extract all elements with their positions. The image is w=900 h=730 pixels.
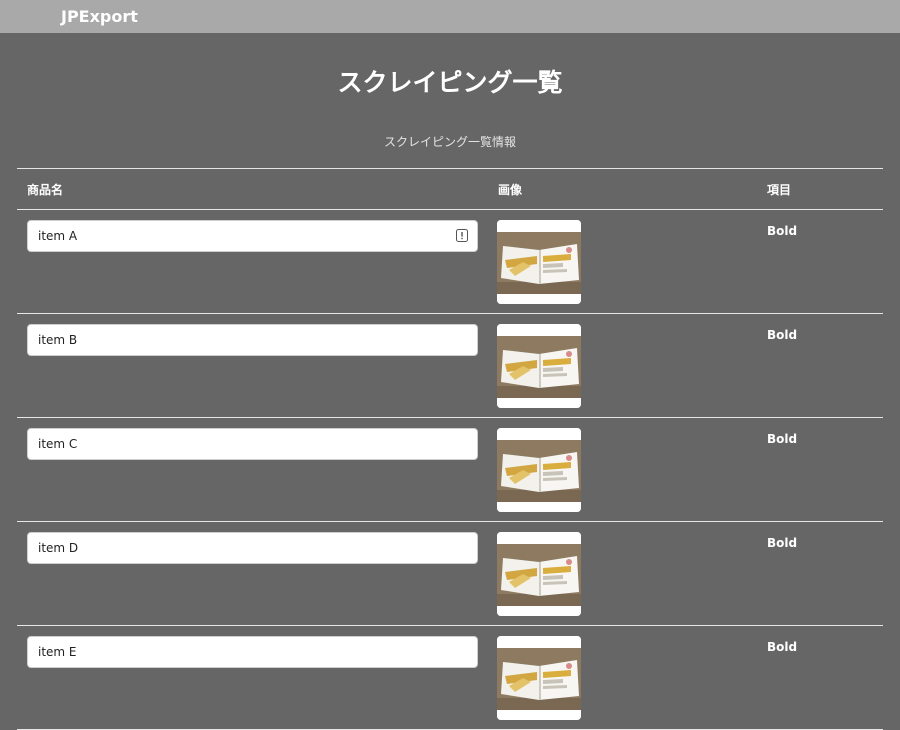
top-navbar: JPExport bbox=[0, 0, 900, 33]
product-name-input[interactable] bbox=[27, 220, 478, 252]
page-title: スクレイピング一覧 bbox=[337, 68, 563, 97]
open-book-photo-icon bbox=[497, 220, 581, 304]
table-row: Bold bbox=[17, 522, 883, 626]
page-subtitle: スクレイピング一覧情報 bbox=[383, 135, 516, 149]
column-header-name: 商品名 bbox=[27, 183, 64, 197]
table-row: Bold bbox=[17, 626, 883, 730]
table-body: Bold Bold bbox=[17, 210, 883, 730]
field-value: Bold bbox=[767, 640, 798, 654]
product-image[interactable] bbox=[497, 220, 581, 304]
table-header-row: 商品名 画像 項目 bbox=[17, 168, 883, 210]
product-image[interactable] bbox=[497, 532, 581, 616]
product-image[interactable] bbox=[497, 636, 581, 720]
input-warning-icon bbox=[456, 229, 468, 242]
column-header-image: 画像 bbox=[498, 183, 523, 197]
open-book-photo-icon bbox=[497, 532, 581, 616]
product-name-input[interactable] bbox=[27, 428, 478, 460]
column-header-field: 項目 bbox=[767, 183, 792, 197]
field-value: Bold bbox=[767, 328, 798, 342]
open-book-photo-icon bbox=[497, 428, 581, 512]
product-image[interactable] bbox=[497, 324, 581, 408]
product-name-input[interactable] bbox=[27, 324, 478, 356]
product-name-input[interactable] bbox=[27, 532, 478, 564]
table-row: Bold bbox=[17, 418, 883, 522]
product-name-input[interactable] bbox=[27, 636, 478, 668]
open-book-photo-icon bbox=[497, 636, 581, 720]
field-value: Bold bbox=[767, 224, 798, 238]
field-value: Bold bbox=[767, 432, 798, 446]
open-book-photo-icon bbox=[497, 324, 581, 408]
table-row: Bold bbox=[17, 314, 883, 418]
scraping-table: 商品名 画像 項目 B bbox=[17, 168, 883, 730]
field-value: Bold bbox=[767, 536, 798, 550]
table-row: Bold bbox=[17, 210, 883, 314]
brand-logo-text[interactable]: JPExport bbox=[61, 7, 138, 27]
product-image[interactable] bbox=[497, 428, 581, 512]
